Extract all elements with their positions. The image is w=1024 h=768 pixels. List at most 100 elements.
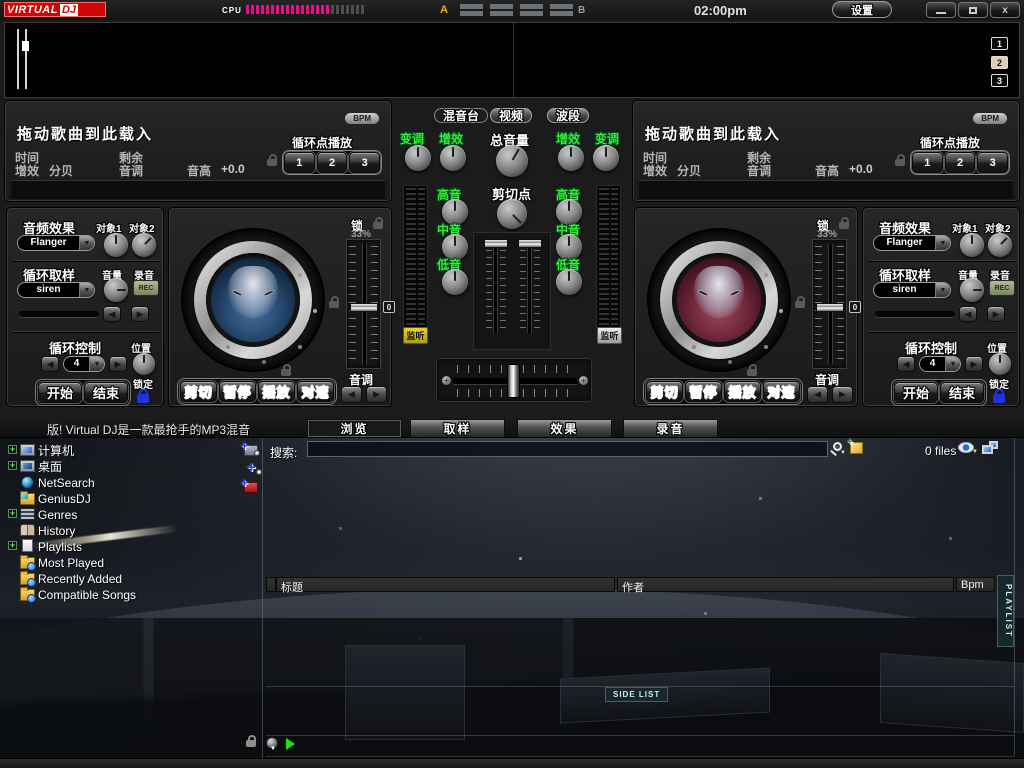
pitch-zero-button[interactable]: 0	[849, 301, 861, 313]
left-gain-knob[interactable]	[440, 145, 466, 171]
view-chevron-icon[interactable]: ▼	[972, 449, 978, 455]
tab-record[interactable]: 录音	[623, 419, 718, 437]
sampler-rec-button[interactable]: REC	[989, 280, 1015, 296]
waveform-zoom-button-3[interactable]: 3	[991, 74, 1008, 87]
tree-item-netsearch[interactable]: NetSearch	[38, 475, 95, 490]
sample-prev-button[interactable]: ◀	[103, 306, 121, 322]
waveform-position-handle[interactable]	[22, 41, 29, 51]
fx-param2-knob[interactable]	[132, 233, 156, 257]
tree-item-history[interactable]: History	[38, 523, 75, 538]
pause-button[interactable]: 暂停	[685, 381, 722, 402]
effect-select[interactable]: Flanger ▼	[873, 235, 951, 251]
cue-button-3[interactable]: 3	[977, 152, 1008, 173]
deck-b-jog-wheel[interactable]	[649, 230, 789, 370]
cue-stop-button[interactable]: 剪切	[646, 381, 683, 402]
play-button[interactable]: 播放	[724, 381, 761, 402]
key-down-button[interactable]: ◀	[807, 386, 828, 403]
pause-button[interactable]: 暂停	[219, 381, 256, 402]
loop-double-button[interactable]: ▶	[965, 356, 983, 372]
pitch-handle[interactable]	[816, 303, 844, 312]
minimize-button[interactable]	[926, 2, 956, 18]
loop-length-select[interactable]: 4 ▼	[63, 356, 105, 372]
key-up-button[interactable]: ▶	[366, 386, 387, 403]
cue-point-knob[interactable]	[497, 199, 527, 229]
chevron-down-icon[interactable]: ▼	[945, 357, 960, 371]
net-source-chevron-icon[interactable]: ▼	[270, 746, 276, 752]
sampler-rec-button[interactable]: REC	[133, 280, 159, 296]
deck-b-song-position-bar[interactable]	[639, 180, 1013, 199]
right-channel-fader[interactable]	[528, 241, 531, 333]
loop-start-button[interactable]: 开始	[894, 382, 938, 403]
dual-monitor-icon[interactable]	[982, 445, 993, 454]
close-button[interactable]: x	[990, 2, 1020, 18]
right-pfl-button[interactable]: 监听	[597, 327, 622, 344]
chevron-down-icon[interactable]: ▼	[79, 236, 94, 250]
cue-button-3[interactable]: 3	[349, 152, 380, 173]
search-options-chevron-icon[interactable]: ▼	[840, 450, 846, 456]
left-channel-fader-handle[interactable]	[484, 239, 508, 248]
expander-icon[interactable]: +	[8, 541, 17, 550]
left-channel-fader[interactable]	[494, 241, 497, 333]
search-input[interactable]	[307, 441, 828, 457]
add-virtual-folder-icon[interactable]: +	[247, 463, 256, 473]
tree-item-playlists[interactable]: Playlists	[38, 539, 82, 554]
cue-button-1[interactable]: 1	[284, 152, 315, 173]
deck-b-pitch-slider[interactable]	[812, 239, 847, 369]
playlist-side-tab[interactable]: PLAYLIST	[997, 575, 1014, 647]
chevron-down-icon[interactable]: ▼	[79, 283, 94, 297]
column-header-title[interactable]: 标题	[276, 577, 615, 592]
fx-param1-knob[interactable]	[104, 233, 128, 257]
loop-double-button[interactable]: ▶	[109, 356, 127, 372]
cue-button-1[interactable]: 1	[912, 152, 943, 173]
loop-start-button[interactable]: 开始	[38, 382, 82, 403]
right-key-knob[interactable]	[593, 145, 619, 171]
tab-waveband[interactable]: 波段	[547, 108, 589, 123]
right-low-knob[interactable]	[556, 269, 582, 295]
chevron-down-icon[interactable]: ▼	[935, 283, 950, 297]
tree-item-desktop[interactable]: 桌面	[38, 459, 62, 474]
pitch-lock-icon[interactable]	[839, 222, 849, 229]
sampler-volume-knob[interactable]	[104, 278, 128, 302]
left-key-knob[interactable]	[405, 145, 431, 171]
pitch-side-lock-icon[interactable]	[795, 301, 805, 308]
waveform-zoom-button-1[interactable]: 1	[991, 37, 1008, 50]
maximize-button[interactable]	[958, 2, 988, 18]
pitch-handle[interactable]	[350, 303, 378, 312]
column-header-bpm[interactable]: Bpm	[956, 577, 995, 592]
cue-button-2[interactable]: 2	[317, 152, 348, 173]
sample-select[interactable]: siren ▼	[17, 282, 95, 298]
browser-lock-icon[interactable]	[246, 740, 256, 747]
tab-browse[interactable]: 浏览	[307, 419, 402, 437]
loop-lock-icon[interactable]	[137, 394, 149, 403]
loop-position-knob[interactable]	[989, 353, 1011, 375]
right-channel-fader-handle[interactable]	[518, 239, 542, 248]
chevron-down-icon[interactable]: ▼	[89, 357, 104, 371]
expander-icon[interactable]: +	[8, 509, 17, 518]
chevron-down-icon[interactable]: ▼	[935, 236, 950, 250]
sample-prev-button[interactable]: ◀	[959, 306, 977, 322]
deck-a-pitch-slider[interactable]	[346, 239, 381, 369]
sample-select[interactable]: siren ▼	[873, 282, 951, 298]
sampler-volume-knob[interactable]	[960, 278, 984, 302]
column-header-artist[interactable]: 作者	[617, 577, 954, 592]
waveform-zoom-button-2[interactable]: 2	[991, 56, 1008, 69]
pitch-zero-button[interactable]: 0	[383, 301, 395, 313]
key-down-button[interactable]: ◀	[341, 386, 362, 403]
effect-select[interactable]: Flanger ▼	[17, 235, 95, 251]
fx-param2-knob[interactable]	[988, 233, 1012, 257]
expander-icon[interactable]: +	[8, 461, 17, 470]
sample-play-button[interactable]: ▶	[987, 306, 1005, 322]
fx-param1-knob[interactable]	[960, 233, 984, 257]
loop-length-select[interactable]: 4 ▼	[919, 356, 961, 372]
crossfader-handle[interactable]	[507, 364, 520, 398]
column-header-blank[interactable]	[266, 577, 276, 592]
tab-effects[interactable]: 效果	[517, 419, 612, 437]
tree-item-geniusdj[interactable]: GeniusDJ	[38, 491, 91, 506]
tab-mixer[interactable]: 混音台	[434, 108, 488, 123]
tree-divider[interactable]	[262, 438, 263, 758]
settings-button[interactable]: 设置	[832, 1, 892, 18]
pitch-lock-icon[interactable]	[373, 222, 383, 229]
deck-a-song-position-bar[interactable]	[11, 180, 385, 199]
tab-video[interactable]: 视频	[490, 108, 532, 123]
side-list-label[interactable]: SIDE LIST	[605, 687, 668, 702]
